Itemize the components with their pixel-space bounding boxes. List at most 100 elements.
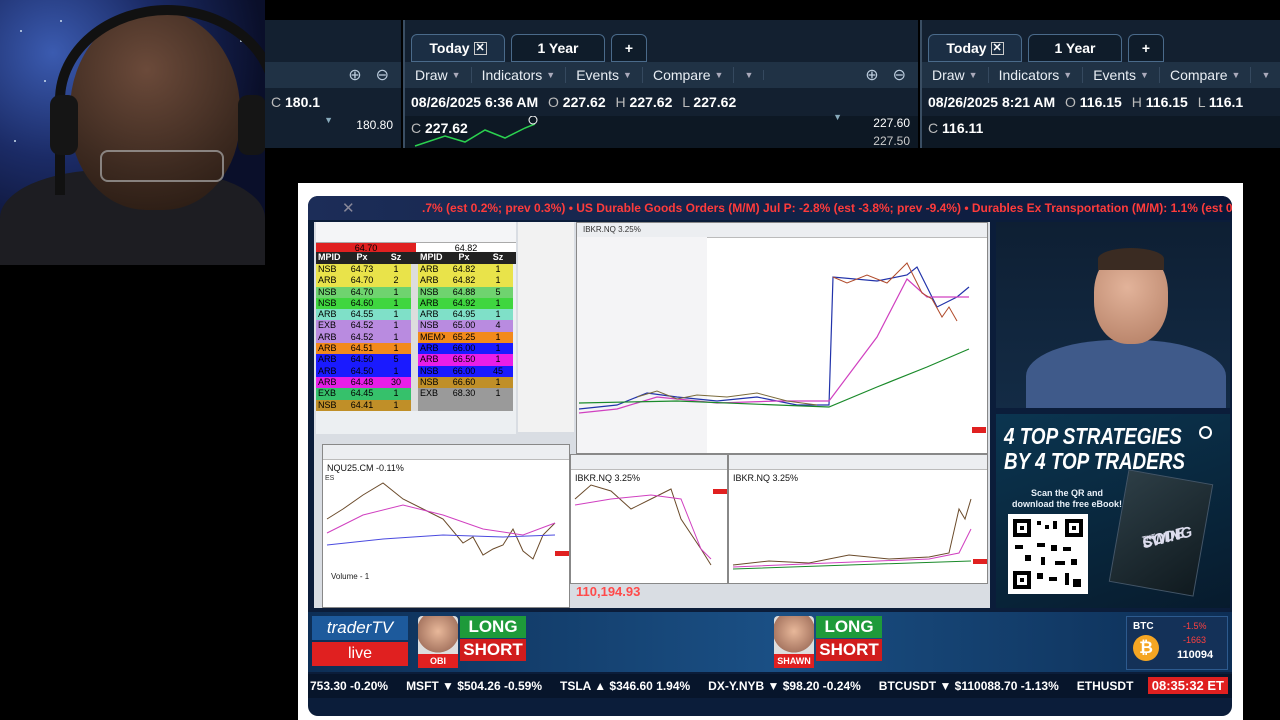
chart-title: IBKR.NQ 3.25% bbox=[577, 223, 987, 238]
ticker-tape: 753.30 -0.20% MSFT ▼ $504.26 -0.59% TSLA ▲… bbox=[308, 674, 1232, 698]
bitcoin-icon: ₿ bbox=[1133, 635, 1159, 661]
ad-indicator-icon bbox=[1199, 426, 1212, 439]
ebook-ad[interactable]: 4 TOP STRATEGIES BY 4 TOP TRADERS Scan th… bbox=[996, 414, 1230, 608]
level2-row: ARB 64.70 2 ARB 64.82 1 bbox=[316, 275, 516, 287]
zoom-in-icon[interactable]: ⊕ bbox=[865, 65, 878, 85]
level2-window: 64.70 64.82 MPID Px Sz MPID Px Sz NSB 64.73 1 A… bbox=[316, 222, 516, 434]
nq-chart-plot: Volume - 1 bbox=[326, 482, 569, 581]
main-chart-window: IBKR.NQ 3.25% bbox=[576, 222, 988, 454]
glasses bbox=[100, 150, 224, 182]
level2-row: ARB 64.55 1 ARB 64.95 1 bbox=[316, 309, 516, 321]
tape-item: 753.30 -0.20% bbox=[310, 679, 389, 693]
price-marker-icon: ▼ bbox=[833, 112, 842, 122]
ebook-cover: THE SWING CODE bbox=[1108, 469, 1214, 597]
zoom-out-icon[interactable]: ⊖ bbox=[376, 65, 389, 85]
ibkr-chart-small-1: IBKR.NQ 3.25% bbox=[570, 454, 728, 584]
quote-datetime: 08/26/2025 8:21 AM bbox=[928, 94, 1056, 110]
events-menu[interactable]: Events ▼ bbox=[1083, 67, 1160, 83]
level2-row: ARB 64.52 1 MEMX 65.25 1 bbox=[316, 331, 516, 344]
price-marker-icon: ▼ bbox=[324, 115, 333, 125]
close-icon[interactable]: ✕ bbox=[308, 199, 422, 217]
level2-row: ARB 64.48 30 NSB 66.60 1 bbox=[316, 376, 516, 389]
main-chart-plot bbox=[577, 237, 986, 453]
price-axis-label: 180.80 bbox=[356, 118, 393, 132]
long-badge: LONG bbox=[816, 616, 882, 638]
price-axis-label: 227.50 bbox=[873, 134, 910, 148]
btc-widget: BTC ₿ -1.5% -1663 110094 bbox=[1126, 616, 1228, 670]
indicators-menu[interactable]: Indicators ▼ bbox=[989, 67, 1084, 83]
webcam-feed bbox=[0, 0, 265, 265]
ibkr-chart-small-2: IBKR.NQ 3.25% bbox=[728, 454, 988, 584]
level2-row: ARB 64.51 1 ARB 66.00 1 bbox=[316, 343, 516, 355]
qr-code-icon[interactable] bbox=[1008, 514, 1088, 594]
quote-line: C 180.1 bbox=[271, 94, 321, 110]
chevron-down-icon: ▼ bbox=[744, 70, 754, 80]
compare-menu[interactable]: Compare ▼ bbox=[1160, 67, 1252, 83]
tab-1-year[interactable]: 1 Year bbox=[511, 34, 605, 62]
panel-toolbar: Draw ▼ Indicators ▼ Events ▼ Compare ▼ ▼ bbox=[922, 62, 1280, 88]
close-tab-icon[interactable]: ✕ bbox=[990, 41, 1004, 55]
short-badge: SHORT bbox=[460, 639, 526, 661]
high-value: 116.15 bbox=[1145, 94, 1188, 110]
tab-1-year[interactable]: 1 Year bbox=[1028, 34, 1122, 62]
ask-price: 64.82 bbox=[416, 243, 516, 253]
add-tab-button[interactable]: + bbox=[611, 34, 647, 62]
level2-row: NSB 64.70 1 NSB 64.88 5 bbox=[316, 286, 516, 298]
price-axis-label: 227.60 bbox=[873, 116, 910, 130]
high-value: 227.62 bbox=[629, 94, 673, 110]
trader-card-obi: OBI LONG SHORT bbox=[418, 616, 530, 668]
tab-today[interactable]: Today ✕ bbox=[928, 34, 1022, 62]
zoom-in-icon[interactable]: ⊕ bbox=[348, 65, 361, 85]
bid-price: 64.70 bbox=[316, 243, 416, 253]
tape-item: TSLA ▲ $346.60 1.94% bbox=[560, 679, 691, 693]
indicators-menu[interactable]: Indicators ▼ bbox=[472, 67, 567, 83]
quote-line: 08/26/2025 8:21 AM O 116.15 H 116.15 L 1… bbox=[928, 94, 1244, 110]
level2-row: ARB 64.50 5 ARB 66.50 1 bbox=[316, 354, 516, 366]
ad-headline: BY 4 TOP TRADERS bbox=[1004, 448, 1185, 474]
trader-card-shawn: SHAWN LONG SHORT bbox=[774, 616, 886, 668]
draw-menu[interactable]: Draw ▼ bbox=[405, 67, 472, 83]
news-ticker: ✕ .7% (est 0.2%; prev 0.3%) • US Durable… bbox=[308, 196, 1232, 220]
btc-price: 110094 bbox=[1177, 649, 1214, 661]
open-value: 116.15 bbox=[1079, 94, 1122, 110]
draw-menu[interactable]: Draw ▼ bbox=[922, 67, 989, 83]
events-menu[interactable]: Events ▼ bbox=[566, 67, 643, 83]
tradertv-logo: traderTV live bbox=[312, 616, 408, 668]
open-value: 227.62 bbox=[562, 94, 606, 110]
ad-subtext: Scan the QR and download the free eBook! bbox=[1012, 488, 1123, 509]
compare-menu[interactable]: Compare ▼ bbox=[643, 67, 735, 83]
chart-toolbar bbox=[323, 445, 569, 460]
panel-toolbar: ⊕ ⊖ bbox=[265, 62, 401, 88]
more-menu[interactable]: ▼ bbox=[1251, 70, 1280, 80]
level2-header: MPID Px Sz MPID Px Sz bbox=[316, 252, 516, 264]
tape-item: MSFT ▼ $504.26 -0.59% bbox=[406, 679, 542, 693]
chart-plot bbox=[732, 498, 987, 570]
trader-name: SHAWN bbox=[774, 654, 814, 668]
ad-headline: 4 TOP STRATEGIES bbox=[1004, 423, 1182, 449]
close-tab-icon[interactable]: ✕ bbox=[473, 41, 487, 55]
level2-row: EXB 64.52 1 NSB 65.00 4 bbox=[316, 320, 516, 332]
tab-today[interactable]: Today ✕ bbox=[411, 34, 505, 62]
level2-row: NSB 64.41 1 bbox=[316, 399, 516, 411]
quote-datetime: 08/26/2025 6:36 AM bbox=[411, 94, 539, 110]
clock: 08:35:32 ET bbox=[1147, 677, 1228, 694]
volume-label: Volume - 1 bbox=[331, 572, 370, 581]
tradertv-broadcast: ✕ .7% (est 0.2%; prev 0.3%) • US Durable… bbox=[298, 183, 1243, 720]
level2-row: NSB 64.60 1 ARB 64.92 1 bbox=[316, 297, 516, 310]
chart-panel-middle: Today ✕ 1 Year + Draw ▼ Indicators ▼ Events… bbox=[403, 20, 918, 148]
nq-chart-window: NQU25.CM -0.11% ES Volume - 1 bbox=[322, 444, 570, 608]
price-chart-strip: C 116.11 bbox=[922, 116, 1280, 148]
long-badge: LONG bbox=[460, 616, 526, 638]
news-ticker-text: .7% (est 0.2%; prev 0.3%) • US Durable G… bbox=[422, 201, 1232, 215]
short-badge: SHORT bbox=[816, 639, 882, 661]
chart-plot bbox=[574, 484, 727, 566]
low-value: 227.62 bbox=[693, 94, 737, 110]
zoom-out-icon[interactable]: ⊖ bbox=[893, 65, 906, 85]
trader-name: OBI bbox=[418, 654, 458, 668]
quote-line: 08/26/2025 6:36 AM O 227.62 H 227.62 L 2… bbox=[411, 94, 737, 110]
add-tab-button[interactable]: + bbox=[1128, 34, 1164, 62]
trading-screen: 64.70 64.82 MPID Px Sz MPID Px Sz NSB 64.73 1 A… bbox=[314, 222, 990, 608]
panel-toolbar: Draw ▼ Indicators ▼ Events ▼ Compare ▼ ▼ ⊕ ⊖ bbox=[405, 62, 918, 88]
more-menu[interactable]: ▼ bbox=[734, 70, 765, 80]
chart-panel-right: Today ✕ 1 Year + Draw ▼ Indicators ▼ Events… bbox=[920, 20, 1280, 148]
